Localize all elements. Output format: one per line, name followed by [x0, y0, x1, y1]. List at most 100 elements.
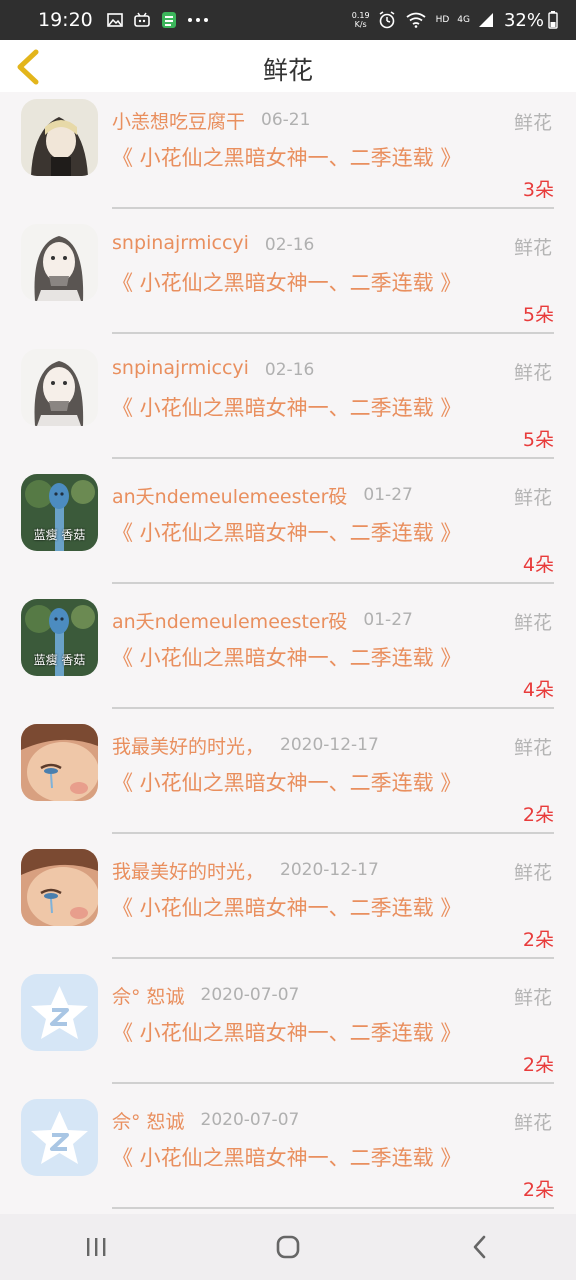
flower-count: 3朵 — [522, 179, 554, 201]
gift-date: 02-16 — [264, 235, 315, 255]
book-title[interactable]: 《 小花仙之黑暗女神一、二季连载 》 — [112, 267, 470, 299]
flower-count: 2朵 — [522, 1054, 554, 1076]
status-bar: 19:20 0.19 K/s HD 4G 32% — [0, 0, 576, 40]
gift-date: 2020-12-17 — [280, 735, 379, 755]
gift-type: 鲜花 — [513, 612, 552, 634]
header: 鲜花 — [0, 40, 576, 92]
user-nickname[interactable]: 佘° 恕诚 — [112, 1107, 185, 1134]
user-avatar[interactable] — [21, 1099, 98, 1176]
bilibili-icon — [133, 12, 151, 28]
user-nickname[interactable]: snpinajrmiccyi — [112, 232, 249, 254]
gift-type: 鲜花 — [513, 112, 552, 134]
network-speed-unit: K/s — [354, 20, 367, 29]
page-title: 鲜花 — [262, 56, 313, 85]
app-notification-icon — [161, 11, 177, 29]
more-notifications-icon — [187, 17, 209, 23]
network-type: 4G — [457, 15, 470, 25]
flower-count: 5朵 — [522, 429, 554, 451]
book-title[interactable]: 《 小花仙之黑暗女神一、二季连载 》 — [112, 517, 470, 549]
avatar-caption: 蓝瘦 香菇 — [33, 653, 86, 667]
home-button[interactable] — [248, 1222, 328, 1272]
row-divider — [112, 707, 554, 709]
gift-type: 鲜花 — [513, 362, 552, 384]
user-nickname[interactable]: 我最美好的时光， — [112, 732, 264, 759]
row-divider — [112, 1082, 554, 1084]
row-divider — [112, 832, 554, 834]
row-divider — [112, 582, 554, 584]
user-nickname[interactable]: snpinajrmiccyi — [112, 357, 249, 379]
battery-percent: 32% — [503, 9, 544, 31]
book-title[interactable]: 《 小花仙之黑暗女神一、二季连载 》 — [112, 892, 470, 924]
user-nickname[interactable]: 小恙想吃豆腐干 — [112, 107, 245, 134]
flower-record-row[interactable]: 佘° 恕诚 2020-07-07 鲜花《 小花仙之黑暗女神一、二季连载 》 2朵 — [0, 1092, 576, 1217]
flower-record-row[interactable]: snpinajrmiccyi 02-16 鲜花《 小花仙之黑暗女神一、二季连载 》 5… — [0, 217, 576, 342]
user-nickname[interactable]: an夭ndemeulemeester砓 — [112, 607, 347, 634]
gift-date: 2020-07-07 — [200, 985, 300, 1005]
gift-date: 01-27 — [363, 485, 413, 505]
book-title[interactable]: 《 小花仙之黑暗女神一、二季连载 》 — [112, 392, 470, 424]
flower-record-row[interactable]: 我最美好的时光， 2020-12-17 鲜花《 小花仙之黑暗女神一、二季连载 》 2朵 — [0, 842, 576, 967]
user-nickname[interactable]: an夭ndemeulemeester砓 — [112, 482, 347, 509]
flower-count: 2朵 — [522, 804, 554, 826]
gift-type: 鲜花 — [513, 987, 552, 1009]
gift-date: 2020-12-17 — [280, 860, 379, 880]
gift-date: 01-27 — [363, 610, 413, 630]
book-title[interactable]: 《 小花仙之黑暗女神一、二季连载 》 — [112, 1142, 470, 1174]
home-icon — [276, 1235, 300, 1259]
flower-record-row[interactable]: 小恙想吃豆腐干 06-21 鲜花《 小花仙之黑暗女神一、二季连载 》 3朵 — [0, 92, 576, 217]
recent-apps-icon — [87, 1238, 106, 1256]
user-avatar[interactable] — [21, 849, 98, 926]
user-avatar[interactable] — [21, 99, 98, 176]
recent-apps-button[interactable] — [56, 1222, 136, 1272]
user-nickname[interactable]: 我最美好的时光， — [112, 857, 264, 884]
network-speed: 0.19 K/s — [352, 11, 370, 29]
gift-type: 鲜花 — [513, 1112, 552, 1134]
wifi-icon — [406, 12, 426, 28]
gift-type: 鲜花 — [513, 862, 552, 884]
flower-count: 2朵 — [522, 929, 554, 951]
gift-date: 06-21 — [261, 110, 311, 130]
row-divider — [112, 457, 554, 459]
back-nav-button[interactable] — [440, 1222, 520, 1272]
network-speed-value: 0.19 — [351, 11, 370, 20]
row-divider — [112, 957, 554, 959]
user-avatar[interactable] — [21, 974, 98, 1051]
user-avatar[interactable] — [21, 224, 98, 301]
battery-icon — [548, 11, 558, 29]
flower-count: 4朵 — [522, 554, 554, 576]
back-nav-icon — [473, 1235, 486, 1259]
flower-count: 2朵 — [522, 1179, 554, 1201]
row-divider — [112, 1207, 554, 1209]
system-navigation-bar — [0, 1214, 576, 1280]
row-divider — [112, 207, 554, 209]
flower-record-row[interactable]: 我最美好的时光， 2020-12-17 鲜花《 小花仙之黑暗女神一、二季连载 》 2朵 — [0, 717, 576, 842]
status-time: 19:20 — [38, 9, 93, 31]
user-avatar[interactable] — [21, 349, 98, 426]
user-avatar[interactable] — [21, 724, 98, 801]
gift-type: 鲜花 — [513, 487, 552, 509]
book-title[interactable]: 《 小花仙之黑暗女神一、二季连载 》 — [112, 767, 470, 799]
alarm-icon — [378, 11, 396, 29]
flower-count: 5朵 — [522, 304, 554, 326]
user-avatar[interactable]: 蓝瘦 香菇 — [21, 599, 98, 676]
flower-record-row[interactable]: snpinajrmiccyi 02-16 鲜花《 小花仙之黑暗女神一、二季连载 》 5… — [0, 342, 576, 467]
gift-date: 02-16 — [264, 360, 315, 380]
gallery-icon — [106, 13, 123, 27]
flower-record-row[interactable]: 蓝瘦 香菇 an夭ndemeulemeester砓 01-27 鲜花《 小花仙之黑暗女… — [0, 592, 576, 717]
flower-count: 4朵 — [522, 679, 554, 701]
gift-type: 鲜花 — [513, 237, 552, 259]
user-nickname[interactable]: 佘° 恕诚 — [112, 982, 185, 1009]
book-title[interactable]: 《 小花仙之黑暗女神一、二季连载 》 — [112, 642, 470, 674]
book-title[interactable]: 《 小花仙之黑暗女神一、二季连载 》 — [112, 1017, 470, 1049]
avatar-caption: 蓝瘦 香菇 — [33, 528, 86, 542]
gift-type: 鲜花 — [513, 737, 552, 759]
signal-icon — [478, 12, 494, 28]
gift-date: 2020-07-07 — [200, 1110, 300, 1130]
flower-record-list: 小恙想吃豆腐干 06-21 鲜花《 小花仙之黑暗女神一、二季连载 》 3朵 snpina… — [0, 92, 576, 1217]
flower-record-row[interactable]: 蓝瘦 香菇 an夭ndemeulemeester砓 01-27 鲜花《 小花仙之黑暗女… — [0, 467, 576, 592]
flower-record-row[interactable]: 佘° 恕诚 2020-07-07 鲜花《 小花仙之黑暗女神一、二季连载 》 2朵 — [0, 967, 576, 1092]
book-title[interactable]: 《 小花仙之黑暗女神一、二季连载 》 — [112, 142, 470, 174]
hd-indicator: HD — [435, 15, 450, 25]
user-avatar[interactable]: 蓝瘦 香菇 — [21, 474, 98, 551]
row-divider — [112, 332, 554, 334]
